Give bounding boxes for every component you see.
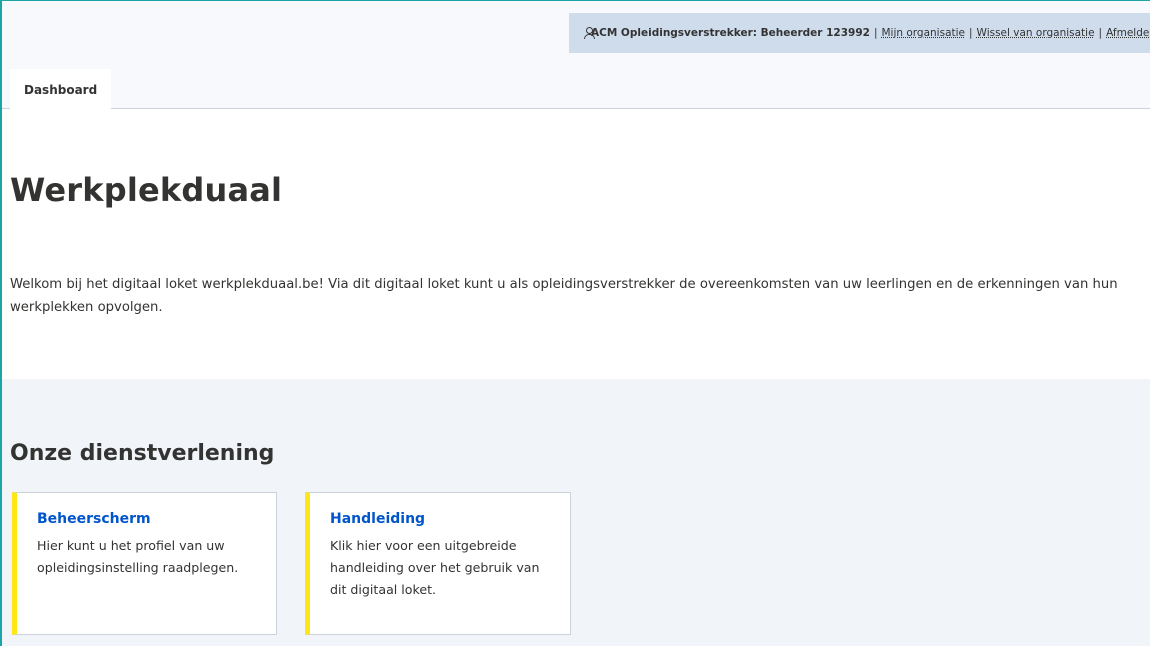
separator: | [873, 27, 878, 39]
separator: | [969, 27, 973, 39]
app-frame: ACM Opleidingsverstrekker: Beheerder 123… [0, 0, 1150, 646]
separator: | [1098, 27, 1103, 39]
card-title[interactable]: Beheerscherm [37, 511, 258, 527]
intro-text: Welkom bij het digitaal loket werkplekdu… [10, 277, 1118, 315]
account-name: ACM Opleidingsverstrekker: Beheerder 123… [591, 27, 870, 39]
header: ACM Opleidingsverstrekker: Beheerder 123… [2, 1, 1150, 110]
my-organisation-link[interactable]: Mijn organisatie [881, 27, 965, 39]
account-bar: ACM Opleidingsverstrekker: Beheerder 123… [569, 13, 1150, 53]
services-section: Onze dienstverlening Beheerscherm Hier k… [2, 379, 1150, 646]
page-title: Werkplekduaal [10, 171, 283, 209]
card-description: Hier kunt u het profiel van uw opleiding… [37, 538, 239, 575]
card-handleiding[interactable]: Handleiding Klik hier voor een uitgebrei… [305, 492, 571, 635]
card-description: Klik hier voor een uitgebreide handleidi… [330, 538, 540, 597]
section-title: Onze dienstverlening [10, 441, 275, 466]
switch-organisation-link[interactable]: Wissel van organisatie [977, 27, 1095, 39]
logout-link[interactable]: Afmelden [1106, 27, 1150, 39]
tab-dashboard[interactable]: Dashboard [10, 69, 112, 110]
card-beheerscherm[interactable]: Beheerscherm Hier kunt u het profiel van… [12, 492, 277, 635]
card-title[interactable]: Handleiding [330, 511, 552, 527]
